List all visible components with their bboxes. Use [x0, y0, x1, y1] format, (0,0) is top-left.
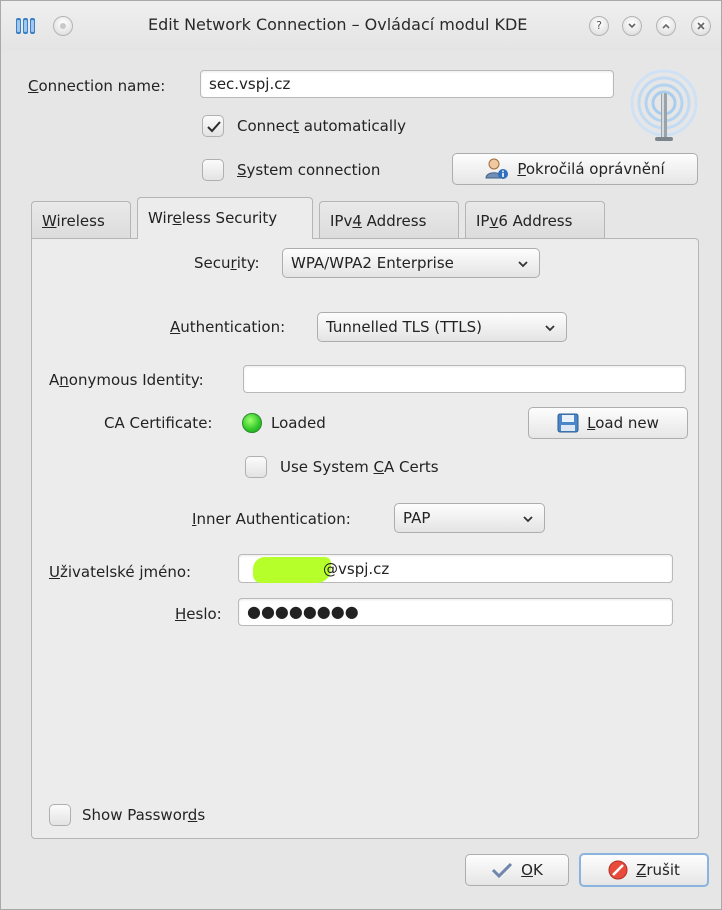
- tab-wireless-security[interactable]: Wireless Security: [137, 197, 313, 239]
- password-label: Heslo:: [175, 605, 222, 623]
- inner-authentication-select[interactable]: PAP: [394, 503, 545, 533]
- use-system-ca-certs-checkbox[interactable]: [245, 456, 267, 478]
- load-new-certificate-button[interactable]: Load new: [528, 407, 688, 439]
- maximize-button[interactable]: [656, 16, 676, 36]
- chevron-down-icon: [523, 516, 533, 523]
- user-permissions-icon: [485, 158, 509, 179]
- window-title: Edit Network Connection – Ovládací modul…: [148, 15, 528, 34]
- show-passwords-label[interactable]: Show Passwords: [82, 806, 205, 824]
- window-menu-button[interactable]: [53, 16, 73, 36]
- close-button[interactable]: [691, 16, 711, 36]
- tab-wireless[interactable]: Wireless: [31, 201, 131, 239]
- cancel-button[interactable]: Zrušit: [579, 853, 709, 887]
- advanced-permissions-button[interactable]: Pokročilá oprávnění: [452, 153, 698, 185]
- system-connection-checkbox[interactable]: [202, 159, 224, 181]
- authentication-select[interactable]: Tunnelled TLS (TTLS): [317, 312, 567, 342]
- status-led-icon: [242, 413, 262, 433]
- chevron-up-icon: [662, 23, 670, 29]
- use-system-ca-certs-label[interactable]: Use System CA Certs: [280, 458, 439, 476]
- minimize-button[interactable]: [622, 16, 642, 36]
- checkmark-icon: [207, 121, 221, 133]
- connection-name-input[interactable]: [200, 70, 614, 98]
- anonymous-identity-input[interactable]: [243, 365, 686, 393]
- authentication-label: Authentication:: [170, 318, 286, 336]
- checkmark-icon: [492, 862, 513, 878]
- ca-certificate-label: CA Certificate:: [104, 414, 213, 432]
- cancel-icon: [608, 860, 628, 880]
- wireless-tower-icon: [630, 69, 698, 141]
- username-value: @vspj.cz: [323, 560, 390, 578]
- ca-certificate-status: Loaded: [271, 414, 326, 432]
- redaction-mark: [253, 557, 331, 583]
- system-connection-label[interactable]: System connection: [237, 161, 380, 179]
- close-icon: [697, 22, 705, 30]
- connection-name-label: Connection name:: [28, 77, 166, 95]
- save-disk-icon: [557, 413, 579, 433]
- connect-automatically-label[interactable]: Connect automatically: [237, 117, 406, 135]
- anonymous-identity-label: Anonymous Identity:: [49, 371, 204, 389]
- password-input[interactable]: ●●●●●●●●: [238, 598, 673, 626]
- password-mask: ●●●●●●●●: [247, 602, 359, 621]
- show-passwords-checkbox[interactable]: [49, 804, 71, 826]
- help-button[interactable]: ?: [589, 16, 609, 36]
- inner-authentication-label: Inner Authentication:: [192, 510, 351, 528]
- network-manager-app-icon: [16, 18, 35, 34]
- username-label: Uživatelské jméno:: [49, 563, 192, 581]
- tab-ipv6-address[interactable]: IPv6 Address: [465, 201, 605, 239]
- chevron-down-icon: [518, 261, 528, 268]
- chevron-down-icon: [545, 325, 555, 332]
- ok-button[interactable]: OK: [465, 854, 569, 886]
- security-select[interactable]: WPA/WPA2 Enterprise: [282, 248, 540, 278]
- security-label: Security:: [194, 254, 260, 272]
- connect-automatically-checkbox[interactable]: [202, 115, 224, 137]
- edit-network-connection-dialog: Edit Network Connection – Ovládací modul…: [0, 0, 722, 910]
- title-bar[interactable]: Edit Network Connection – Ovládací modul…: [1, 1, 721, 51]
- tab-ipv4-address[interactable]: IPv4 Address: [319, 201, 459, 239]
- chevron-down-icon: [628, 23, 636, 29]
